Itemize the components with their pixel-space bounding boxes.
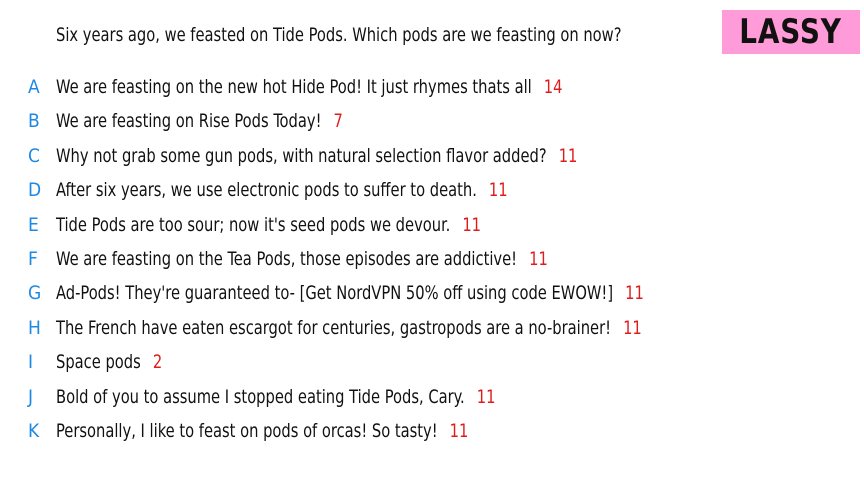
badge-label: LASSY	[739, 12, 843, 52]
answer-score: 11	[529, 248, 548, 270]
answer-letter: K	[28, 420, 40, 442]
answer-letter: B	[28, 110, 40, 133]
answer-score: 11	[623, 316, 642, 339]
answer-score: 11	[625, 282, 644, 305]
answer-letter: C	[28, 144, 40, 167]
answer-score: 11	[462, 213, 482, 236]
answer-letter: I	[28, 351, 34, 374]
answer-letter: D	[28, 179, 42, 202]
answer-score: 14	[543, 76, 563, 98]
answer-text: The French have eaten escargot for centu…	[56, 316, 612, 339]
answer-score: 11	[488, 179, 508, 202]
answer-letter: A	[28, 76, 40, 98]
answer-letter: J	[28, 385, 34, 408]
answer-text: Ad-Pods! They're guaranteed to- [Get Nor…	[56, 282, 614, 305]
contestant-badge: LASSY	[722, 10, 860, 54]
answer-text: Personally, I like to feast on pods of o…	[56, 420, 438, 442]
answer-row-i: I Space pods 2	[0, 348, 864, 376]
answer-text: Bold of you to assume I stopped eating T…	[56, 385, 465, 408]
answer-text: We are feasting on the new hot Hide Pod!…	[56, 76, 532, 98]
answer-row-d: D After six years, we use electronic pod…	[0, 176, 864, 204]
answer-text: We are feasting on Rise Pods Today!	[56, 110, 322, 133]
answer-score: 2	[152, 351, 163, 374]
answer-row-a: A We are feasting on the new hot Hide Po…	[0, 73, 864, 101]
answer-score: 11	[449, 420, 469, 442]
answer-row-j: J Bold of you to assume I stopped eating…	[0, 383, 864, 411]
answer-letter: F	[28, 248, 38, 270]
answer-text: Why not grab some gun pods, with natural…	[56, 144, 547, 167]
answer-score: 11	[476, 385, 496, 408]
answer-letter: H	[28, 316, 41, 339]
answer-row-h: H The French have eaten escargot for cen…	[0, 314, 864, 342]
answer-text: Tide Pods are too sour; now it's seed po…	[56, 213, 451, 236]
prompt-question: Six years ago, we feasted on Tide Pods. …	[56, 24, 622, 46]
answer-row-c: C Why not grab some gun pods, with natur…	[0, 142, 864, 170]
answer-score: 7	[333, 110, 343, 133]
answer-letter: G	[28, 282, 42, 305]
answer-row-b: B We are feasting on Rise Pods Today! 7	[0, 107, 864, 135]
answer-row-k: K Personally, I like to feast on pods of…	[0, 417, 864, 445]
results-screen: Six years ago, we feasted on Tide Pods. …	[0, 0, 864, 482]
answer-score: 11	[558, 144, 578, 167]
answer-text: Space pods	[56, 351, 141, 374]
answer-letter: E	[28, 213, 39, 236]
answer-text: After six years, we use electronic pods …	[56, 179, 477, 202]
answer-row-e: E Tide Pods are too sour; now it's seed …	[0, 211, 864, 239]
answer-row-f: F We are feasting on the Tea Pods, those…	[0, 245, 864, 273]
answer-row-g: G Ad-Pods! They're guaranteed to- [Get N…	[0, 279, 864, 307]
answer-text: We are feasting on the Tea Pods, those e…	[56, 248, 518, 270]
